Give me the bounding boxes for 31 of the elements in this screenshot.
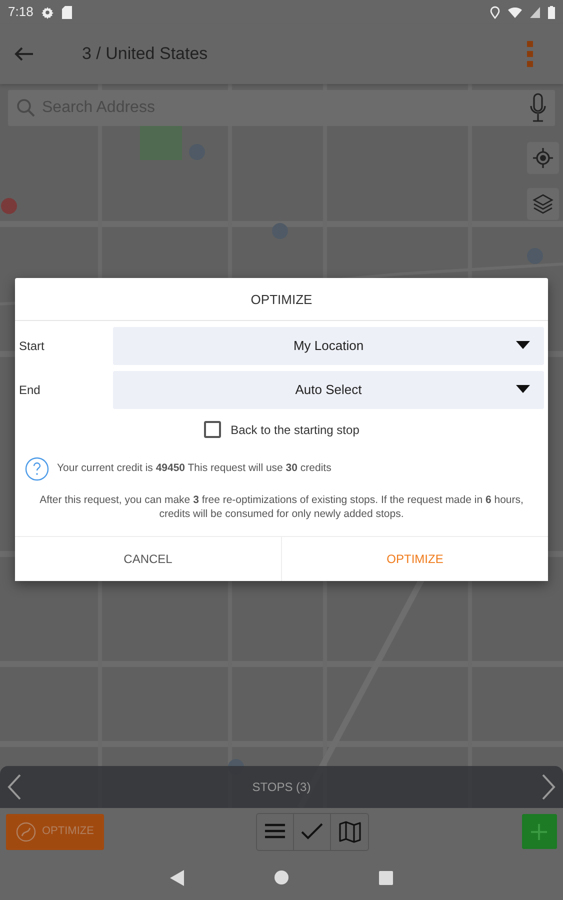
checkbox[interactable]	[204, 421, 221, 438]
dropdown-arrow-icon	[516, 340, 530, 348]
info-text: After this request, you can make 3 free re-optimizations of existing stops. If the request made in 6 hours, credits will be consumed for only newly added stops.	[38, 492, 524, 522]
back-nav-icon[interactable]	[170, 870, 184, 886]
field-label: End	[19, 382, 42, 398]
dialog-title: OPTIMIZE	[15, 278, 548, 320]
search-icon	[16, 98, 36, 118]
locate-icon[interactable]	[527, 142, 559, 174]
dropdown[interactable]: Auto Select	[113, 370, 544, 408]
location-icon	[490, 6, 500, 18]
cancel-button[interactable]: CANCEL	[15, 536, 281, 581]
sd-card-icon	[62, 6, 72, 18]
status-time: 7:18	[8, 3, 34, 22]
home-nav-icon[interactable]	[274, 870, 289, 885]
checkbox-label[interactable]: Back to the starting stop	[230, 420, 360, 438]
dropdown[interactable]: My Location	[113, 326, 544, 364]
microphone-icon[interactable]	[529, 93, 547, 123]
plus-icon	[530, 822, 548, 840]
route-icon	[16, 822, 36, 842]
credit-note: Your current credit is 49450 This request will use 30 credits	[57, 460, 332, 476]
battery-icon	[548, 6, 555, 18]
signal-icon	[530, 6, 540, 18]
settings-icon	[41, 6, 54, 18]
wifi-icon	[508, 6, 522, 18]
screen-title: 3 / United States	[82, 43, 209, 66]
help-icon[interactable]	[25, 456, 49, 480]
dropdown-arrow-icon	[516, 384, 530, 392]
field-label: Start	[19, 338, 46, 354]
recents-nav-icon[interactable]	[379, 870, 393, 884]
layers-icon[interactable]	[527, 188, 559, 220]
stops-label[interactable]: STOPS (3)	[252, 778, 311, 796]
